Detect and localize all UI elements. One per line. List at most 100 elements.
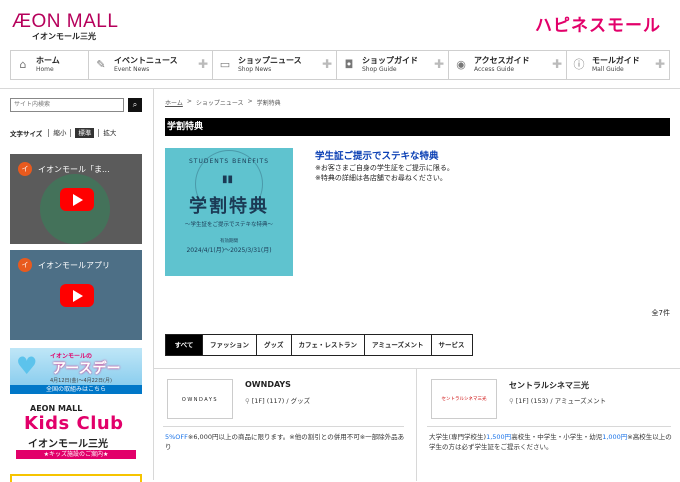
home-icon: ⌂ <box>19 58 27 71</box>
video-embed-2[interactable]: イ イオンモールアプリ <box>10 250 142 340</box>
font-size-label: 文字サイズ <box>10 130 43 138</box>
search-icon[interactable]: ⌕ <box>128 98 142 112</box>
benefit-price: 1,500円 <box>486 433 512 441</box>
breadcrumb-sep: > <box>186 98 192 105</box>
shop-card[interactable]: OWNDAYS OWNDAYS ⚲ [1F] (117) / グッズ 5%OFF※… <box>153 369 416 481</box>
video-embed-1[interactable]: イ イオンモール「ま... <box>10 154 142 244</box>
category-tab[interactable]: アミューズメント <box>364 335 431 355</box>
category-tab[interactable]: すべて <box>166 335 202 355</box>
nav-label-en: Access Guide <box>474 66 515 73</box>
category-tab[interactable]: ファッション <box>202 335 256 355</box>
play-icon[interactable] <box>60 284 94 307</box>
nav-label-jp: ホーム <box>36 56 60 65</box>
main-content: ホーム > ショップニュース > 学割特典 学割特典 STUDENTS BENE… <box>165 98 670 356</box>
nav-label: ショップニュース Shop News <box>238 56 302 74</box>
nav-item-home[interactable]: ⌂ ホーム Home <box>11 51 89 79</box>
benefit-text: 大学生(専門学校生) <box>429 433 487 441</box>
shop-name[interactable]: OWNDAYS <box>245 380 291 389</box>
hero-image: STUDENTS BENEFITS ▮▮ 学割特典 〜学生証をご提示でステキな特… <box>165 148 293 276</box>
nav-label-jp: ショップガイド <box>362 56 418 65</box>
site-search: サイト内検索 ⌕ <box>10 98 142 112</box>
banner-title: アースデー <box>52 361 121 377</box>
hero-title: 学割特典 <box>189 196 269 217</box>
shop-name[interactable]: セントラルシネマ三光 <box>509 380 589 391</box>
channel-avatar: イ <box>18 162 32 176</box>
font-size-switcher: 文字サイズ 縮小 標準 拡大 <box>10 128 142 138</box>
info-icon: ⓘ <box>573 58 585 71</box>
hero-subtitle: 〜学生証をご提示でステキな特典〜 <box>184 222 273 228</box>
hero-arc-text: STUDENTS BENEFITS <box>188 158 270 165</box>
breadcrumb-shop-news[interactable]: ショップニュース <box>196 98 244 107</box>
category-tab[interactable]: グッズ <box>256 335 291 355</box>
category-tabs: すべて ファッション グッズ カフェ・レストラン アミューズメント サービス <box>165 334 473 356</box>
banner-title: Kids Club <box>24 413 124 434</box>
pin-icon: ⚲ <box>245 397 250 405</box>
sidebar-banner-3[interactable] <box>10 474 142 482</box>
book-icon: ▮▮ <box>222 174 234 185</box>
banner-link[interactable]: ★キッズ施設のご案内★ <box>16 450 136 459</box>
font-size-small[interactable]: 縮小 <box>48 129 70 137</box>
nav-item-event-news[interactable]: ✎ イベントニュース Event News ✚ <box>89 51 213 79</box>
hero-period: 2024/4/1(月)〜2025/3/31(月) <box>186 247 272 254</box>
nav-label-jp: ショップニュース <box>238 56 302 65</box>
earth-heart-icon: ♥ <box>16 352 38 380</box>
benefit-price: 1,000円 <box>602 433 628 441</box>
shop-location: ⚲ [1F] (117) / グッズ <box>245 395 310 405</box>
shop-location: ⚲ [1F] (153) / アミューズメント <box>509 395 606 405</box>
result-count: 全7件 <box>651 309 670 317</box>
expand-plus-icon[interactable]: ✚ <box>434 57 444 71</box>
nav-item-mall-guide[interactable]: ⓘ モールガイド Mall Guide ✚ <box>567 51 669 79</box>
banner-date: 4月12日(金)〜4月22日(月) <box>50 378 112 384</box>
aeon-mall-logo[interactable]: ÆON MALL イオンモール三光 <box>12 12 122 42</box>
kids-club-banner[interactable]: AEON MALL Kids Club イオンモール三光 ★キッズ施設のご案内★ <box>10 402 142 464</box>
font-size-standard[interactable]: 標準 <box>75 128 95 138</box>
page-title: 学割特典 <box>165 118 670 136</box>
shop-benefit: 5%OFF※6,000円以上の商品に限ります。※他の割引との併用不可※一部除外品… <box>165 432 407 452</box>
font-size-large[interactable]: 拡大 <box>98 129 120 137</box>
nav-item-shop-guide[interactable]: ◘ ショップガイド Shop Guide ✚ <box>337 51 449 79</box>
nav-item-access-guide[interactable]: ◉ アクセスガイド Access Guide ✚ <box>449 51 567 79</box>
cart-icon: ▭ <box>219 58 231 71</box>
shop-logo: セントラルシネマ三光 <box>431 379 497 419</box>
expand-plus-icon[interactable]: ✚ <box>198 57 208 71</box>
shop-benefit: 大学生(専門学校生)1,500円高校生・中学生・小学生・幼児1,000円※高校生… <box>429 432 674 452</box>
video-title: イオンモールアプリ <box>38 261 110 270</box>
nav-item-shop-news[interactable]: ▭ ショップニュース Shop News ✚ <box>213 51 337 79</box>
breadcrumb-home[interactable]: ホーム <box>165 98 183 107</box>
nav-label: モールガイド Mall Guide <box>592 56 640 74</box>
banner-kicker: AEON MALL <box>30 404 83 413</box>
hero-period-label: 有効期間 <box>220 239 238 244</box>
card-divider <box>163 426 404 427</box>
shop-card-list: OWNDAYS OWNDAYS ⚲ [1F] (117) / グッズ 5%OFF※… <box>153 368 680 481</box>
header: ÆON MALL イオンモール三光 ハピネスモール <box>0 0 680 50</box>
nav-label: ホーム Home <box>36 56 60 74</box>
channel-avatar: イ <box>18 258 32 272</box>
banner-link[interactable]: 全国の取組みはこちら <box>10 385 142 394</box>
earth-day-banner[interactable]: ♥ イオンモールの アースデー 4月12日(金)〜4月22日(月) 全国の取組み… <box>10 348 142 394</box>
nav-label: アクセスガイド Access Guide <box>474 56 530 74</box>
search-input[interactable]: サイト内検索 <box>10 98 124 112</box>
banner-mall: イオンモール三光 <box>28 439 108 450</box>
bag-icon: ◘ <box>344 58 354 71</box>
nav-label-en: Shop Guide <box>362 66 397 73</box>
shop-card[interactable]: セントラルシネマ三光 セントラルシネマ三光 ⚲ [1F] (153) / アミュー… <box>417 369 680 481</box>
benefit-text: 高校生・中学生・小学生・幼児 <box>511 433 603 441</box>
category-tab[interactable]: サービス <box>430 335 472 355</box>
expand-plus-icon[interactable]: ✚ <box>322 57 332 71</box>
benefit-highlight: 5%OFF <box>165 433 188 441</box>
play-icon[interactable] <box>60 188 94 211</box>
nav-label-en: Event News <box>114 66 150 73</box>
expand-plus-icon[interactable]: ✚ <box>552 57 562 71</box>
shop-logo: OWNDAYS <box>167 379 233 419</box>
nav-label-jp: イベントニュース <box>114 56 178 65</box>
category-tab[interactable]: カフェ・レストラン <box>290 335 364 355</box>
card-divider <box>427 426 671 427</box>
nav-label-jp: モールガイド <box>592 56 640 65</box>
nav-label: イベントニュース Event News <box>114 56 178 74</box>
expand-plus-icon[interactable]: ✚ <box>655 57 665 71</box>
breadcrumb-current: 学割特典 <box>256 100 281 107</box>
happiness-mall-logo[interactable]: ハピネスモール <box>535 11 661 36</box>
shop-location-text: [1F] (117) / グッズ <box>251 397 311 405</box>
nav-label: ショップガイド Shop Guide <box>362 56 418 74</box>
compass-icon: ◉ <box>456 58 466 71</box>
